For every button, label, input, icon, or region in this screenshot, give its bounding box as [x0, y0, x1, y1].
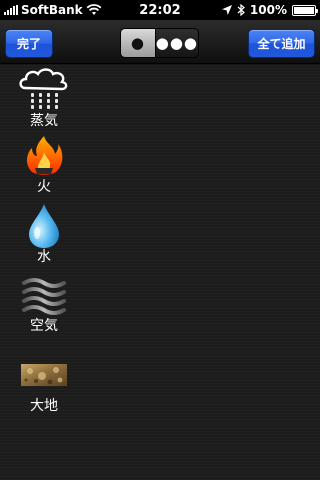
battery-icon — [292, 4, 318, 16]
done-button[interactable]: 完了 — [5, 29, 53, 58]
element-label: 空気 — [30, 318, 58, 334]
selection-mode-segmented-control: ● ●●● — [120, 28, 199, 58]
steam-icon — [18, 68, 70, 112]
element-steam[interactable]: 蒸気 — [14, 68, 74, 130]
toolbar: 完了 ● ●●● 全て追加 — [0, 20, 320, 64]
location-arrow-icon — [221, 5, 232, 15]
battery-percent: 100% — [249, 3, 287, 17]
status-bar: SoftBank 22:02 100% — [0, 0, 320, 20]
bluetooth-icon — [237, 4, 245, 16]
element-label: 水 — [37, 249, 51, 265]
multi-select-segment[interactable]: ●●● — [155, 29, 198, 57]
battery-fill — [294, 6, 314, 14]
fire-icon — [18, 134, 70, 178]
element-label: 火 — [37, 179, 51, 195]
status-right: 100% — [221, 0, 318, 20]
single-select-segment[interactable]: ● — [121, 29, 156, 57]
earth-icon — [18, 353, 70, 397]
element-water[interactable]: 水 — [14, 204, 74, 266]
air-icon — [18, 273, 70, 317]
element-fire[interactable]: 火 — [14, 134, 74, 196]
elements-list: 蒸気 火 水 空気 大地 — [0, 65, 320, 480]
element-label: 蒸気 — [30, 113, 58, 129]
water-drop-icon — [18, 204, 70, 248]
element-label: 大地 — [30, 398, 58, 414]
element-air[interactable]: 空気 — [14, 273, 74, 335]
element-earth[interactable]: 大地 — [14, 353, 74, 415]
add-all-button[interactable]: 全て追加 — [248, 29, 315, 58]
